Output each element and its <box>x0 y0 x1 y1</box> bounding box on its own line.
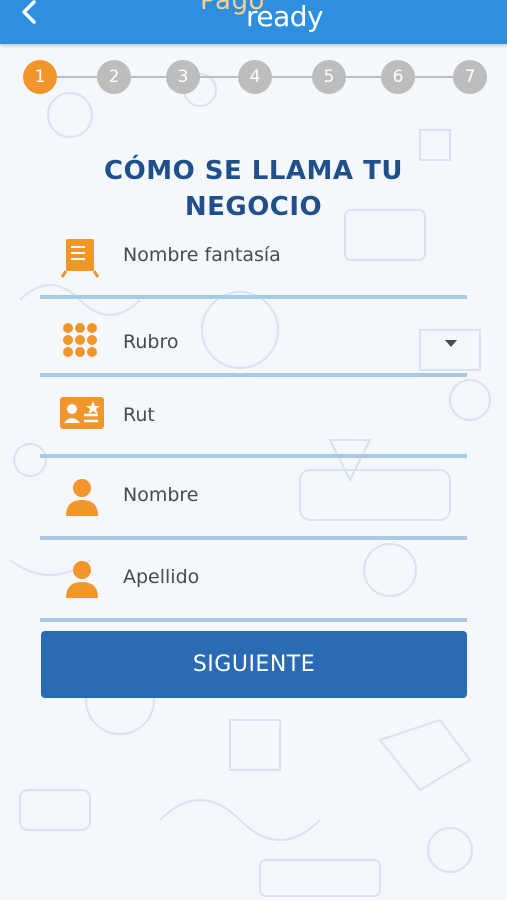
field-underline <box>40 536 467 540</box>
category-select[interactable]: Rubro <box>40 311 467 377</box>
signboard-icon <box>60 239 100 278</box>
step-5: 5 <box>312 60 346 94</box>
category-placeholder: Rubro <box>123 331 179 353</box>
field-underline <box>40 618 467 622</box>
step-7: 7 <box>453 60 487 94</box>
app-header: Pago ready <box>0 0 507 44</box>
first-name-field[interactable]: Nombre <box>40 474 467 540</box>
step-1: 1 <box>23 60 57 94</box>
last-name-field[interactable]: Apellido <box>40 556 467 622</box>
first-name-placeholder: Nombre <box>123 484 199 506</box>
step-2: 2 <box>97 60 131 94</box>
business-name-field[interactable]: Nombre fantasía <box>40 233 467 299</box>
business-name-placeholder: Nombre fantasía <box>123 244 281 266</box>
field-underline <box>40 295 467 299</box>
person-icon <box>66 561 98 598</box>
step-indicator: 1 2 3 4 5 6 7 <box>0 60 507 94</box>
dropdown-arrow-icon <box>445 340 457 347</box>
back-button[interactable] <box>10 0 54 36</box>
person-icon <box>66 479 98 516</box>
id-card-icon <box>60 397 104 429</box>
field-underline <box>40 454 467 458</box>
logo-main-text: ready <box>246 0 324 33</box>
next-button[interactable]: SIGUIENTE <box>41 631 467 698</box>
grid-icon <box>63 323 97 357</box>
step-3: 3 <box>166 60 200 94</box>
chevron-left-icon <box>22 0 36 24</box>
page-title: CÓMO SE LLAMA TU NEGOCIO <box>0 153 507 225</box>
title-line-1: CÓMO SE LLAMA TU <box>104 156 403 187</box>
rut-placeholder: Rut <box>123 404 155 426</box>
title-line-2: NEGOCIO <box>184 192 323 223</box>
rut-field[interactable]: Rut <box>40 392 467 458</box>
step-4: 4 <box>238 60 272 94</box>
field-underline <box>40 373 467 377</box>
app-logo: Pago ready <box>190 0 330 44</box>
step-6: 6 <box>381 60 415 94</box>
last-name-placeholder: Apellido <box>123 566 200 588</box>
